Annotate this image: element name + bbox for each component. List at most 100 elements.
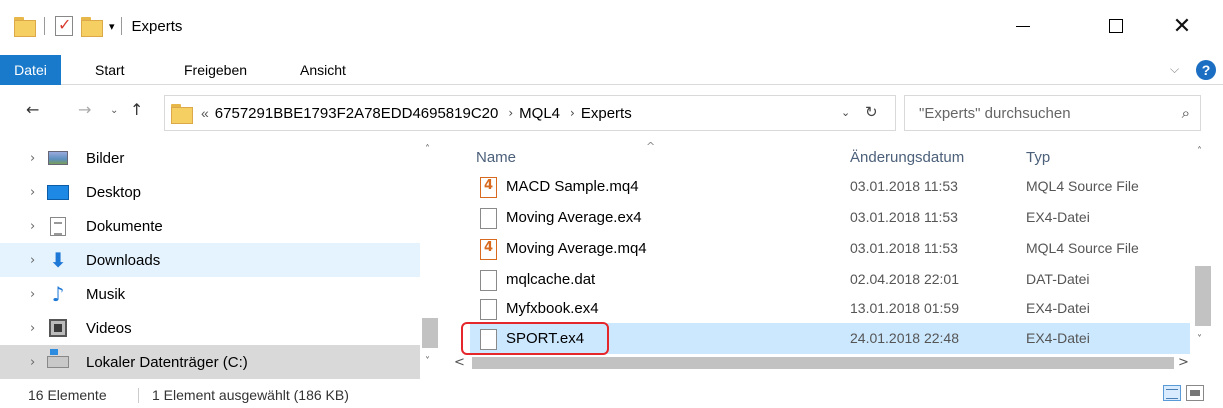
scrollbar-thumb[interactable] — [1195, 266, 1211, 326]
minimize-button[interactable] — [1000, 6, 1046, 46]
nav-item-music[interactable]: › ♪ Musik — [0, 277, 420, 311]
recent-locations-icon[interactable]: ⌄ — [110, 105, 118, 116]
file-type: EX4-Datei — [1026, 209, 1090, 225]
overflow-chevron-icon[interactable]: « — [201, 105, 209, 121]
tab-share[interactable]: Freigeben — [184, 55, 247, 85]
address-dropdown-icon[interactable]: ⌄ — [841, 106, 850, 119]
scroll-up-icon[interactable]: ˄ — [1197, 146, 1202, 157]
breadcrumb-separator-icon[interactable]: › — [508, 106, 513, 120]
search-input[interactable]: "Experts" durchsuchen ⌕ — [904, 95, 1201, 131]
folder-icon — [14, 17, 36, 37]
file-row[interactable]: Moving Average.ex4 03.01.2018 11:53 EX4-… — [470, 202, 1190, 233]
file-name: MACD Sample.mq4 — [506, 178, 639, 195]
file-date: 24.01.2018 22:48 — [850, 330, 959, 346]
file-row[interactable]: Moving Average.mq4 03.01.2018 11:53 MQL4… — [470, 233, 1190, 264]
maximize-icon — [1109, 19, 1123, 33]
expand-chevron-icon[interactable]: › — [30, 219, 35, 234]
expand-chevron-icon[interactable]: › — [30, 185, 35, 200]
expand-chevron-icon[interactable]: › — [30, 253, 35, 268]
close-icon: ✕ — [1172, 13, 1192, 39]
nav-item-label: Downloads — [86, 251, 161, 269]
nav-item-desktop[interactable]: › Desktop — [0, 175, 420, 209]
file-list-horizontal-scrollbar[interactable]: < > — [450, 354, 1193, 372]
new-folder-icon[interactable] — [81, 17, 103, 37]
file-row[interactable]: MACD Sample.mq4 03.01.2018 11:53 MQL4 So… — [470, 171, 1190, 202]
qat-divider — [120, 17, 122, 35]
column-header-name[interactable]: Name — [476, 149, 516, 166]
file-row[interactable]: Myfxbook.ex4 13.01.2018 01:59 EX4-Datei — [470, 293, 1190, 324]
minimize-icon — [1016, 25, 1030, 27]
breadcrumb-item[interactable]: Experts — [581, 105, 632, 122]
help-icon[interactable]: ? — [1196, 60, 1216, 80]
scrollbar-thumb[interactable] — [472, 357, 1174, 369]
scrollbar-thumb[interactable] — [422, 318, 438, 348]
nav-item-downloads[interactable]: › ⬇ Downloads — [0, 243, 420, 277]
nav-item-label: Desktop — [86, 183, 142, 201]
navigation-pane-scrollbar[interactable]: ˄ ˅ — [420, 138, 440, 370]
breadcrumb-item[interactable]: 6757291BBE1793F2A78EDD4695819C20 — [215, 105, 499, 122]
tab-start[interactable]: Start — [95, 55, 125, 85]
column-header-type[interactable]: Typ — [1026, 149, 1050, 166]
up-arrow-icon[interactable]: ↑ — [130, 100, 143, 119]
expand-chevron-icon[interactable]: › — [30, 287, 35, 302]
expand-chevron-icon[interactable]: › — [30, 151, 35, 166]
nav-item-pictures[interactable]: › Bilder — [0, 141, 420, 175]
file-list-vertical-scrollbar[interactable]: ˄ ˅ — [1193, 138, 1213, 354]
file-type: EX4-Datei — [1026, 330, 1090, 346]
scroll-down-icon[interactable]: ˅ — [1197, 334, 1202, 345]
ribbon-tabs: Datei Start Freigeben Ansicht ⌵ ? — [0, 55, 1223, 85]
back-arrow-icon[interactable]: ← — [26, 100, 39, 119]
nav-item-documents[interactable]: › Dokumente — [0, 209, 420, 243]
breadcrumb-item[interactable]: MQL4 — [519, 105, 560, 122]
file-date: 13.01.2018 01:59 — [850, 300, 959, 316]
large-icons-view-icon[interactable] — [1186, 385, 1204, 401]
status-bar: 16 Elemente 1 Element ausgewählt (186 KB… — [0, 382, 1223, 408]
status-divider — [138, 388, 139, 403]
music-icon: ♪ — [51, 282, 65, 306]
breadcrumb-separator-icon[interactable]: › — [570, 106, 575, 120]
search-icon[interactable]: ⌕ — [1182, 104, 1190, 122]
navigation-pane: › Bilder › Desktop › Dokumente › ⬇ Downl… — [0, 138, 440, 379]
address-bar[interactable]: « 6757291BBE1793F2A78EDD4695819C20 › MQL… — [164, 95, 896, 131]
expand-chevron-icon[interactable]: › — [30, 321, 35, 336]
nav-item-local-drive[interactable]: › Lokaler Datenträger (C:) — [0, 345, 420, 379]
search-placeholder: "Experts" durchsuchen — [919, 104, 1071, 122]
properties-icon[interactable]: ✓ — [55, 15, 73, 36]
selection-info: 1 Element ausgewählt (186 KB) — [152, 387, 349, 403]
customize-qat-icon[interactable]: ▾ — [109, 20, 115, 33]
refresh-icon[interactable]: ↻ — [865, 103, 878, 121]
file-date: 02.04.2018 22:01 — [850, 271, 959, 287]
file-type: MQL4 Source File — [1026, 240, 1139, 256]
file-icon — [480, 299, 497, 320]
navigation-bar: ← → ⌄ ↑ « 6757291BBE1793F2A78EDD4695819C… — [0, 88, 1223, 138]
file-type: DAT-Datei — [1026, 271, 1090, 287]
file-row[interactable]: mqlcache.dat 02.04.2018 22:01 DAT-Datei — [470, 264, 1190, 295]
maximize-button[interactable] — [1093, 6, 1139, 46]
expand-ribbon-icon[interactable]: ⌵ — [1170, 62, 1179, 77]
pictures-icon — [47, 148, 69, 168]
downloads-icon: ⬇ — [49, 248, 67, 272]
highlight-annotation — [461, 322, 609, 355]
nav-item-videos[interactable]: › Videos — [0, 311, 420, 345]
scroll-up-icon[interactable]: ˄ — [425, 144, 430, 155]
scroll-left-icon[interactable]: < — [454, 355, 465, 370]
column-header-date[interactable]: Änderungsdatum — [850, 149, 964, 166]
file-date: 03.01.2018 11:53 — [850, 240, 958, 256]
expand-chevron-icon[interactable]: › — [30, 355, 35, 370]
file-date: 03.01.2018 11:53 — [850, 209, 958, 225]
tab-file[interactable]: Datei — [0, 55, 61, 85]
file-name: mqlcache.dat — [506, 271, 596, 288]
item-count: 16 Elemente — [28, 387, 107, 403]
scroll-down-icon[interactable]: ˅ — [425, 356, 430, 367]
forward-arrow-icon[interactable]: → — [78, 100, 91, 119]
nav-item-label: Dokumente — [86, 217, 163, 235]
nav-item-label: Lokaler Datenträger (C:) — [86, 353, 248, 371]
details-view-icon[interactable] — [1163, 385, 1181, 401]
documents-icon — [47, 216, 69, 236]
file-name: Myfxbook.ex4 — [506, 300, 599, 317]
scroll-right-icon[interactable]: > — [1178, 355, 1189, 370]
title-bar: ✓ ▾ Experts ✕ — [0, 0, 1223, 50]
tab-view[interactable]: Ansicht — [300, 55, 346, 85]
sort-ascending-icon: ^ — [646, 140, 656, 153]
close-button[interactable]: ✕ — [1159, 6, 1205, 46]
